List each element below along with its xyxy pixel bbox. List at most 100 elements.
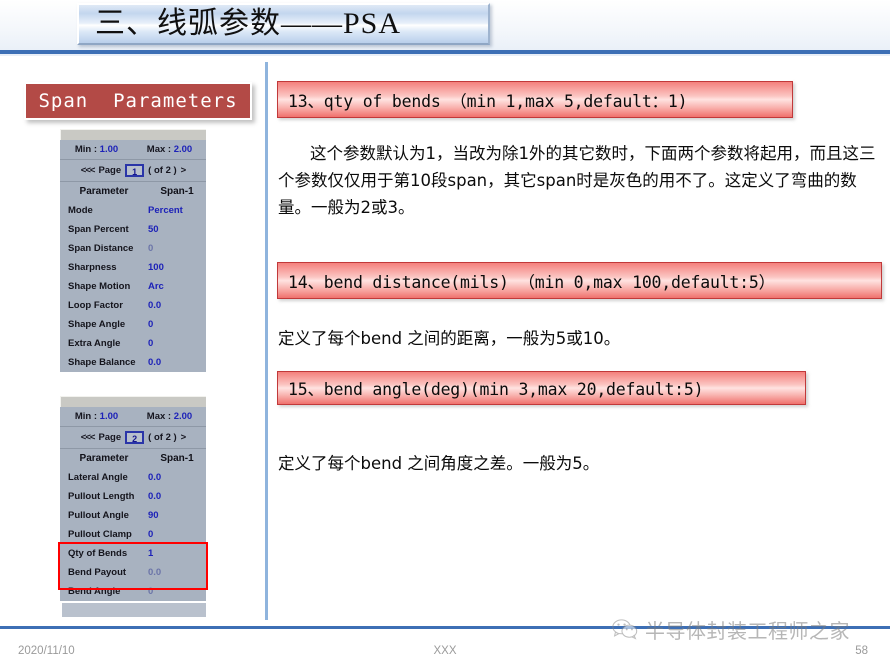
parameter-value[interactable]: 0.0 — [148, 357, 206, 368]
parameter-row[interactable]: Mode Percent — [60, 201, 206, 220]
page-prev-button[interactable]: <<< — [81, 165, 96, 176]
parameter-name: Sharpness — [68, 262, 117, 273]
page-of-label: ( of 2 ) — [148, 432, 177, 443]
parameter-value[interactable]: 1 — [148, 548, 206, 559]
column-header-span: Span-1 — [160, 186, 194, 197]
section-heading-13: 13、qty of bends （min 1,max 5,default：1) — [277, 81, 793, 118]
span-parameters-title-box: Span Parameters — [24, 82, 252, 120]
parameter-value[interactable]: 100 — [148, 262, 206, 273]
watermark: 半导体封装工程师之家 — [612, 614, 882, 644]
max-value: 2.00 — [173, 144, 193, 155]
page-title: 三、线弧参数——PSA — [95, 7, 402, 40]
section-heading-14-label: 14、bend distance(mils) （min 0,max 100,de… — [288, 272, 775, 292]
min-cell: Min : 1.00 — [60, 411, 133, 422]
parameter-row[interactable]: Loop Factor 0.0 — [60, 296, 206, 315]
parameter-value[interactable]: Arc — [148, 281, 206, 292]
parameter-row[interactable]: Span Percent 50 — [60, 220, 206, 239]
parameter-name: Loop Factor — [68, 300, 123, 311]
parameter-value[interactable]: Percent — [148, 205, 206, 216]
section-heading-14: 14、bend distance(mils) （min 0,max 100,de… — [277, 262, 882, 299]
parameter-row[interactable]: Lateral Angle 0.0 — [60, 468, 206, 487]
parameter-value[interactable]: 0 — [148, 338, 206, 349]
panel-scroll-strip-middle[interactable] — [60, 396, 206, 407]
page-prev-button[interactable]: <<< — [81, 432, 96, 443]
watermark-label: 半导体封装工程师之家 — [645, 618, 850, 643]
parameter-row[interactable]: Qty of Bends 1 — [60, 544, 206, 563]
section-heading-15-label: 15、bend angle(deg)(min 3,max 20,default:… — [288, 380, 704, 399]
span-parameters-table-page1: Min : 1.00 Max : 2.00 <<< Page 1 ( of 2 … — [60, 129, 206, 372]
parameter-rows-page1: Mode Percent Span Percent 50 Span Distance 0 S… — [60, 201, 206, 372]
parameter-value[interactable]: 0.0 — [148, 491, 206, 502]
parameter-name: Span Percent — [68, 224, 129, 235]
parameter-value[interactable]: 0.0 — [148, 472, 206, 483]
parameter-row[interactable]: Extra Angle 0 — [60, 334, 206, 353]
parameter-row[interactable]: Pullout Angle 90 — [60, 506, 206, 525]
parameter-row[interactable]: Pullout Length 0.0 — [60, 487, 206, 506]
page-next-button[interactable]: > — [181, 432, 186, 443]
page-number-input[interactable]: 2 — [125, 431, 145, 444]
max-label: Max : — [146, 411, 172, 422]
parameter-rows-page2: Lateral Angle 0.0 Pullout Length 0.0 Pullout… — [60, 468, 206, 601]
footer-page-number: 58 — [855, 645, 868, 657]
parameter-row[interactable]: Shape Balance 0.0 — [60, 353, 206, 372]
parameter-name: Lateral Angle — [68, 472, 128, 483]
parameter-name: Pullout Angle — [68, 510, 129, 521]
min-value: 1.00 — [99, 144, 119, 155]
panel-scroll-strip-top[interactable] — [60, 129, 206, 140]
page-number-input[interactable]: 1 — [125, 164, 145, 177]
wechat-icon — [612, 619, 638, 640]
page-of-label: ( of 2 ) — [148, 165, 177, 176]
min-cell: Min : 1.00 — [60, 144, 133, 155]
page-label: Page — [98, 432, 122, 443]
parameter-row[interactable]: Bend Angle 0 — [60, 582, 206, 601]
column-header-parameter: Parameter — [79, 453, 129, 464]
panel-scroll-strip-bottom[interactable] — [60, 601, 206, 617]
parameter-value[interactable]: 0 — [148, 529, 206, 540]
parameter-value[interactable]: 0.0 — [148, 567, 206, 578]
min-value: 1.00 — [99, 411, 119, 422]
min-label: Min : — [74, 411, 98, 422]
column-header-parameter: Parameter — [79, 186, 129, 197]
section-heading-13-label: 13、qty of bends （min 1,max 5,default：1) — [288, 91, 688, 111]
span-parameters-title-label: Span Parameters — [38, 90, 238, 112]
footer-center-label: XXX — [433, 645, 457, 657]
minmax-row: Min : 1.00 Max : 2.00 — [60, 140, 206, 160]
table-header-row: Parameter Span-1 — [60, 449, 206, 468]
page-navigation-row: <<< Page 2 ( of 2 ) > — [60, 427, 206, 449]
parameter-row[interactable]: Shape Angle 0 — [60, 315, 206, 334]
parameter-name: Shape Balance — [68, 357, 136, 368]
section-heading-15: 15、bend angle(deg)(min 3,max 20,default:… — [277, 371, 806, 405]
parameter-row[interactable]: Shape Motion Arc — [60, 277, 206, 296]
parameter-value[interactable]: 0 — [148, 243, 206, 254]
parameter-name: Extra Angle — [68, 338, 121, 349]
page-next-button[interactable]: > — [181, 165, 186, 176]
parameter-name: Bend Angle — [68, 586, 121, 597]
parameter-row[interactable]: Sharpness 100 — [60, 258, 206, 277]
parameter-row[interactable]: Bend Payout 0.0 — [60, 563, 206, 582]
parameter-value[interactable]: 0 — [148, 586, 206, 597]
section-body-14: 定义了每个bend 之间的距离，一般为5或10。 — [278, 329, 621, 348]
parameter-name: Shape Angle — [68, 319, 126, 330]
parameter-name: Pullout Length — [68, 491, 135, 502]
parameter-value[interactable]: 0.0 — [148, 300, 206, 311]
max-cell: Max : 2.00 — [133, 144, 206, 155]
parameter-row[interactable]: Pullout Clamp 0 — [60, 525, 206, 544]
parameter-name: Bend Payout — [68, 567, 127, 578]
parameter-value[interactable]: 50 — [148, 224, 206, 235]
max-value: 2.00 — [173, 411, 193, 422]
min-label: Min : — [74, 144, 98, 155]
parameter-value[interactable]: 0 — [148, 319, 206, 330]
section-body-13: 这个参数默认为1，当改为除1外的其它数时，下面两个参数将起用，而且这三个参数仅仅… — [278, 144, 876, 217]
page-label: Page — [98, 165, 122, 176]
parameter-name: Shape Motion — [68, 281, 131, 292]
minmax-row: Min : 1.00 Max : 2.00 — [60, 407, 206, 427]
parameter-name: Pullout Clamp — [68, 529, 132, 540]
section-body-15: 定义了每个bend 之间角度之差。一般为5。 — [278, 454, 600, 473]
title-divider-rule-light — [0, 54, 890, 56]
parameter-row[interactable]: Span Distance 0 — [60, 239, 206, 258]
max-label: Max : — [146, 144, 172, 155]
parameter-name: Span Distance — [68, 243, 134, 254]
parameter-value[interactable]: 90 — [148, 510, 206, 521]
slide-title-area: 三、线弧参数——PSA — [0, 0, 890, 50]
parameter-name: Qty of Bends — [68, 548, 128, 559]
